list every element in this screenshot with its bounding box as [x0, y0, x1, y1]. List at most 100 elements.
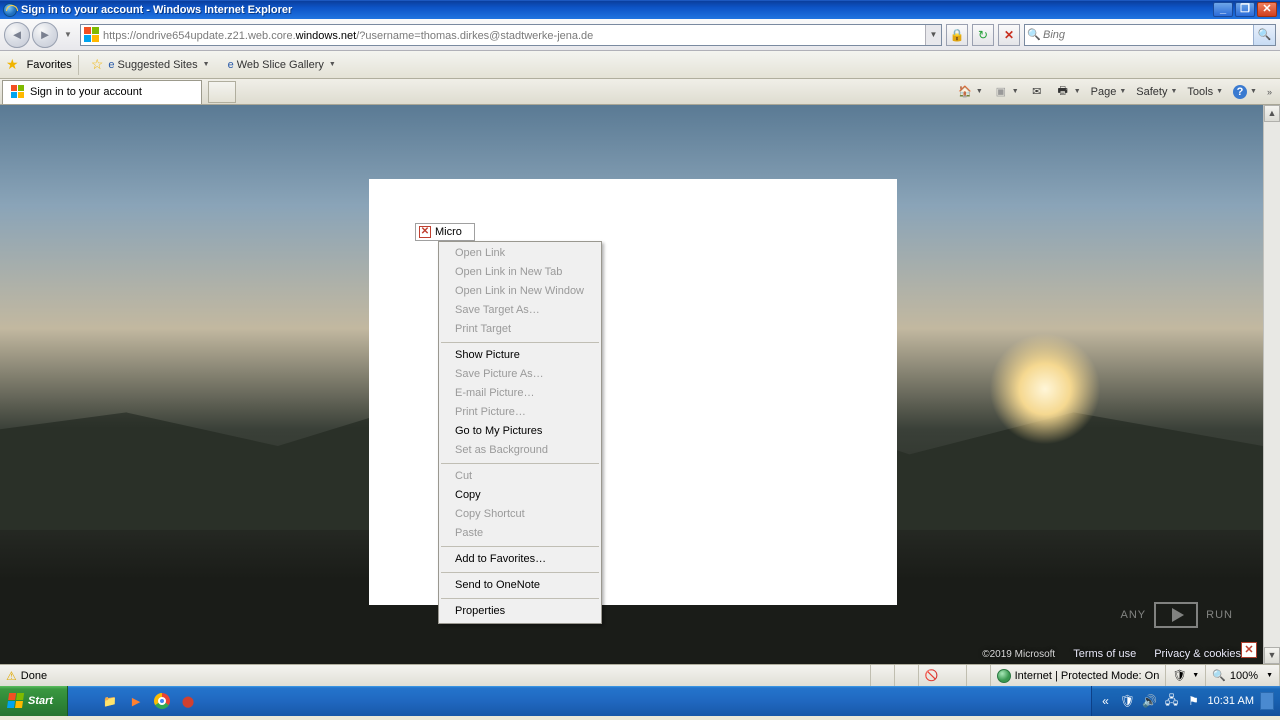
- zoom-cell[interactable]: 🔍100%▼: [1206, 665, 1280, 686]
- forward-button[interactable]: ►: [32, 22, 58, 48]
- web-slice-link[interactable]: e Web Slice Gallery ▼: [222, 57, 342, 73]
- ctx-open-link-tab[interactable]: Open Link in New Tab: [439, 263, 601, 282]
- ctx-cut[interactable]: Cut: [439, 467, 601, 486]
- scroll-down-button[interactable]: ▼: [1264, 647, 1280, 664]
- vertical-scrollbar[interactable]: ▲ ▼: [1263, 105, 1280, 664]
- overflow-chevron[interactable]: »: [1263, 87, 1276, 97]
- feeds-button[interactable]: ▣▼: [989, 82, 1023, 102]
- protected-mode-dropdown[interactable]: 🛡▼: [1166, 665, 1206, 686]
- terms-link[interactable]: Terms of use: [1073, 648, 1136, 660]
- help-button[interactable]: ?▼: [1229, 83, 1261, 101]
- broken-image[interactable]: ✕ Micro: [415, 223, 475, 241]
- security-zone-cell[interactable]: Internet | Protected Mode: On: [991, 665, 1167, 686]
- favorites-button[interactable]: Favorites: [27, 59, 72, 71]
- readmail-button[interactable]: ✉: [1025, 82, 1049, 102]
- tray-volume-icon[interactable]: 🔊: [1142, 693, 1158, 709]
- scroll-up-button[interactable]: ▲: [1264, 105, 1280, 122]
- app-taskbar-icon[interactable]: ⬤: [176, 689, 200, 713]
- address-bar[interactable]: https://ondrive654update.z21.web.core.wi…: [80, 24, 942, 46]
- ctx-set-background[interactable]: Set as Background: [439, 441, 601, 460]
- tab-row: Sign in to your account 🏠▼ ▣▼ ✉ 🖶▼ Page▼…: [0, 79, 1280, 105]
- tray-clock[interactable]: 10:31 AM: [1208, 695, 1254, 707]
- tray-security-icon[interactable]: 🛡: [1120, 693, 1136, 709]
- ctx-open-link[interactable]: Open Link: [439, 244, 601, 263]
- globe-icon: [997, 669, 1011, 683]
- privacy-link[interactable]: Privacy & cookies: [1154, 648, 1241, 660]
- show-desktop-button[interactable]: [1260, 692, 1274, 710]
- ie-taskbar-icon[interactable]: [72, 689, 96, 713]
- ctx-paste[interactable]: Paste: [439, 524, 601, 543]
- search-icon: 🔍: [1025, 28, 1043, 41]
- suggested-sites-link[interactable]: ☆ e Suggested Sites ▼: [85, 54, 216, 75]
- url-text[interactable]: https://ondrive654update.z21.web.core.wi…: [103, 28, 925, 42]
- status-text: Done: [21, 670, 47, 682]
- ctx-properties[interactable]: Properties: [439, 602, 601, 621]
- warning-icon: ⚠: [6, 669, 17, 683]
- scroll-track[interactable]: [1264, 122, 1280, 647]
- media-taskbar-icon[interactable]: ▶: [124, 689, 148, 713]
- address-dropdown[interactable]: ▼: [925, 25, 941, 45]
- search-input[interactable]: [1043, 26, 1253, 44]
- system-tray: « 🛡 🔊 🖧 ⚑ 10:31 AM: [1091, 686, 1280, 716]
- refresh-button[interactable]: ↻: [972, 24, 994, 46]
- zoom-icon: 🔍: [1212, 669, 1226, 682]
- ctx-goto-mypictures[interactable]: Go to My Pictures: [439, 422, 601, 441]
- taskbar: Start 📁 ▶ ⬤ « 🛡 🔊 🖧 ⚑ 10:31 AM: [0, 686, 1280, 716]
- ctx-open-link-window[interactable]: Open Link in New Window: [439, 282, 601, 301]
- play-icon: [1154, 602, 1198, 628]
- broken-image-icon: ✕: [419, 226, 431, 238]
- tab-active[interactable]: Sign in to your account: [2, 80, 202, 104]
- anyrun-watermark: ANYRUN: [1121, 602, 1233, 628]
- ctx-send-onenote[interactable]: Send to OneNote: [439, 576, 601, 595]
- quick-launch: 📁 ▶ ⬤: [68, 689, 204, 713]
- search-go-button[interactable]: 🔍: [1253, 25, 1275, 45]
- ctx-add-favorites[interactable]: Add to Favorites…: [439, 550, 601, 569]
- copyright-text: ©2019 Microsoft: [982, 649, 1055, 660]
- page-menu[interactable]: Page▼: [1087, 84, 1131, 100]
- star-icon: ★: [6, 56, 19, 73]
- explorer-taskbar-icon[interactable]: 📁: [98, 689, 122, 713]
- overlay-close-button[interactable]: ✕: [1241, 642, 1257, 658]
- lock-icon[interactable]: 🔒: [946, 24, 968, 46]
- ctx-save-target[interactable]: Save Target As…: [439, 301, 601, 320]
- tray-flag-icon[interactable]: ⚑: [1186, 693, 1202, 709]
- ctx-save-picture[interactable]: Save Picture As…: [439, 365, 601, 384]
- ctx-print-picture[interactable]: Print Picture…: [439, 403, 601, 422]
- chrome-taskbar-icon[interactable]: [150, 689, 174, 713]
- page-content: ✕ Micro Open Link Open Link in New Tab O…: [0, 105, 1263, 664]
- new-tab-button[interactable]: [208, 81, 236, 103]
- home-button[interactable]: 🏠▼: [953, 82, 987, 102]
- zone-text: Internet | Protected Mode: On: [1015, 670, 1160, 682]
- ctx-copy[interactable]: Copy: [439, 486, 601, 505]
- rss-icon: ▣: [993, 84, 1009, 100]
- ctx-show-picture[interactable]: Show Picture: [439, 346, 601, 365]
- home-icon: 🏠: [957, 84, 973, 100]
- tools-menu[interactable]: Tools▼: [1183, 84, 1227, 100]
- viewport: ✕ Micro Open Link Open Link in New Tab O…: [0, 105, 1280, 664]
- shield-icon: 🛡: [1172, 669, 1186, 682]
- status-text-cell: ⚠ Done: [0, 665, 871, 686]
- close-button[interactable]: ✕: [1257, 2, 1277, 17]
- tray-expand-icon[interactable]: «: [1098, 693, 1114, 709]
- recent-pages-dropdown[interactable]: ▼: [64, 30, 76, 39]
- ctx-copy-shortcut[interactable]: Copy Shortcut: [439, 505, 601, 524]
- separator: [78, 55, 79, 75]
- maximize-button[interactable]: ❐: [1235, 2, 1255, 17]
- status-cell: [967, 665, 991, 686]
- tab-title: Sign in to your account: [30, 86, 142, 98]
- stop-button[interactable]: ✕: [998, 24, 1020, 46]
- start-button[interactable]: Start: [0, 686, 68, 716]
- ctx-email-picture[interactable]: E-mail Picture…: [439, 384, 601, 403]
- safety-menu[interactable]: Safety▼: [1132, 84, 1181, 100]
- broken-image-alt: Micro: [435, 226, 462, 238]
- favorites-bar: ★ Favorites ☆ e Suggested Sites ▼ e Web …: [0, 51, 1280, 79]
- ctx-print-target[interactable]: Print Target: [439, 320, 601, 339]
- print-button[interactable]: 🖶▼: [1051, 82, 1085, 102]
- search-box[interactable]: 🔍 🔍: [1024, 24, 1276, 46]
- tray-network-icon[interactable]: 🖧: [1164, 693, 1180, 709]
- help-icon: ?: [1233, 85, 1247, 99]
- minimize-button[interactable]: _: [1213, 2, 1233, 17]
- status-bar: ⚠ Done 🚫 Internet | Protected Mode: On 🛡…: [0, 664, 1280, 686]
- back-button[interactable]: ◄: [4, 22, 30, 48]
- popup-blocked-cell[interactable]: 🚫: [919, 665, 967, 686]
